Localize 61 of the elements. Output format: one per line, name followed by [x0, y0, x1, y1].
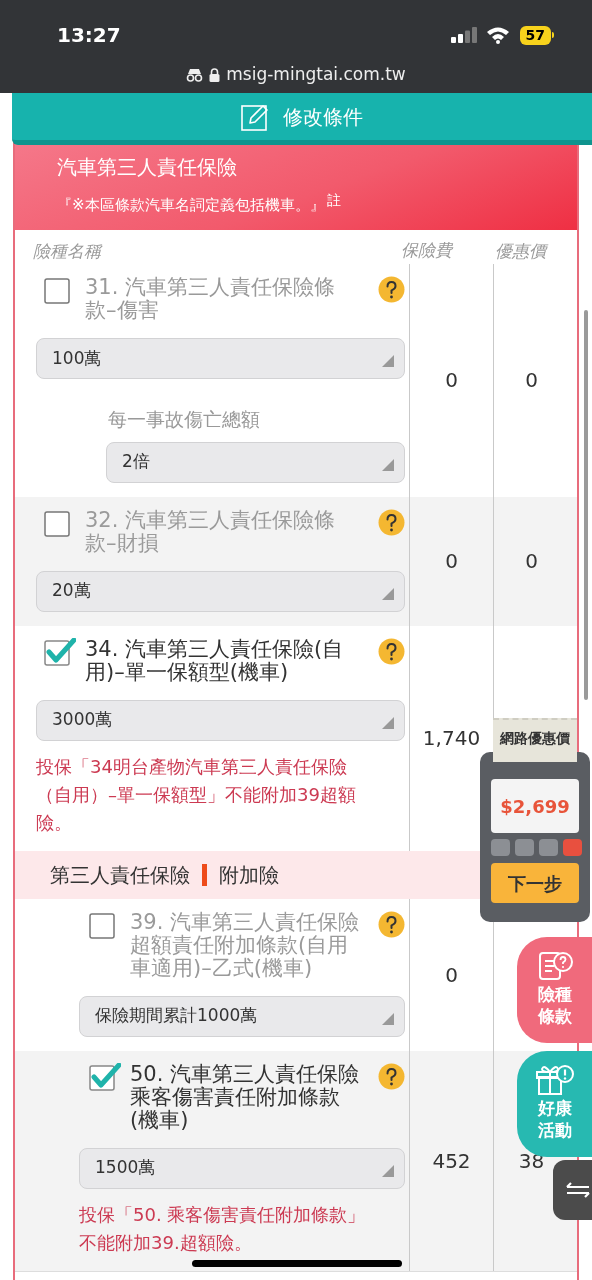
dropdown-corner-icon: [382, 716, 394, 729]
wifi-icon: [485, 26, 510, 44]
separator-bar: [202, 863, 207, 886]
column-header: 保險費: [401, 239, 455, 262]
warning-text: 投保「34明台產物汽車第三人責任保險（自用）–單一保額型」不能附加39超額險。: [36, 754, 357, 835]
dropdown[interactable]: 20萬: [36, 570, 405, 612]
next-step-button[interactable]: 下一步: [491, 863, 579, 903]
help-icon[interactable]: [378, 508, 405, 536]
section-note: 『※本區條款汽車名詞定義包括機車。』: [57, 195, 325, 216]
premium-value: 0: [445, 961, 458, 989]
lock-icon: [209, 67, 221, 82]
calculator-key: [539, 839, 558, 856]
coverage-title: 39. 汽車第三人責任保險超額責任附加條款(自用車適用)–乙式(機車): [130, 910, 361, 980]
premium-value: 1,740: [422, 725, 481, 752]
dropdown[interactable]: 1500萬: [79, 1147, 405, 1189]
section-title: 汽車第三人責任保險: [57, 154, 238, 181]
dropdown-corner-icon: [382, 1164, 394, 1177]
dropdown[interactable]: 3000萬: [36, 699, 405, 741]
dropdown[interactable]: 100萬: [36, 338, 405, 379]
coverage-title: 34. 汽車第三人責任保險(自用)–單一保額型(機車): [85, 637, 345, 684]
help-icon[interactable]: [378, 637, 405, 665]
premium-value: 0: [445, 367, 458, 395]
edit-icon: [241, 102, 269, 131]
battery-level: 57: [519, 25, 551, 45]
dropdown-corner-icon: [382, 458, 394, 471]
subsection-subtitle: 附加險: [219, 861, 279, 889]
gift-alert-icon: [536, 1063, 574, 1097]
dropdown-corner-icon: [382, 587, 394, 600]
discount-value: 0: [525, 548, 538, 575]
subsection-title: 第三人責任保險: [50, 861, 190, 889]
premium-value: 452: [432, 1147, 471, 1175]
dropdown-corner-icon: [382, 1012, 394, 1025]
swap-arrows-icon: [565, 1182, 591, 1198]
coverage-title: 31. 汽車第三人責任保險條款–傷害: [85, 276, 337, 322]
calculator-key: [515, 839, 534, 856]
help-icon[interactable]: [378, 910, 405, 938]
column-header: 優惠價: [493, 238, 577, 264]
checkbox[interactable]: [89, 1062, 121, 1091]
help-icon[interactable]: [378, 276, 405, 303]
coverage-title: 50. 汽車第三人責任保險乘客傷害責任附加條款(機車): [130, 1062, 361, 1132]
dropdown[interactable]: 保險期間累計1000萬: [79, 995, 405, 1037]
discount-value: 0: [525, 367, 538, 395]
field-label: 每一事故傷亡總額: [108, 407, 261, 432]
document-question-icon: [536, 949, 574, 983]
calculator-key: [491, 839, 510, 856]
premium-value: 0: [445, 548, 458, 575]
calculator-key: [563, 839, 582, 856]
price-display: $2,699: [491, 779, 579, 833]
dropdown-corner-icon: [382, 355, 394, 367]
coverage-title: 32. 汽車第三人責任保險條款–財損: [85, 508, 337, 555]
incognito-icon: [186, 67, 204, 82]
help-icon[interactable]: [378, 1062, 405, 1090]
signal-icon: [450, 27, 477, 43]
swap-tab-button[interactable]: [553, 1160, 592, 1220]
dropdown[interactable]: 2倍: [106, 441, 405, 483]
checkbox[interactable]: [44, 637, 76, 666]
receipt-tag: 網路優惠價: [493, 718, 577, 762]
page-url[interactable]: msig-mingtai.com.tw: [226, 62, 406, 88]
clock-time: 13:27: [57, 22, 121, 49]
column-header: 險種名稱: [32, 239, 104, 263]
warning-text: 投保「50. 乘客傷害責任附加條款」不能附加39.超額險。: [79, 1202, 367, 1255]
